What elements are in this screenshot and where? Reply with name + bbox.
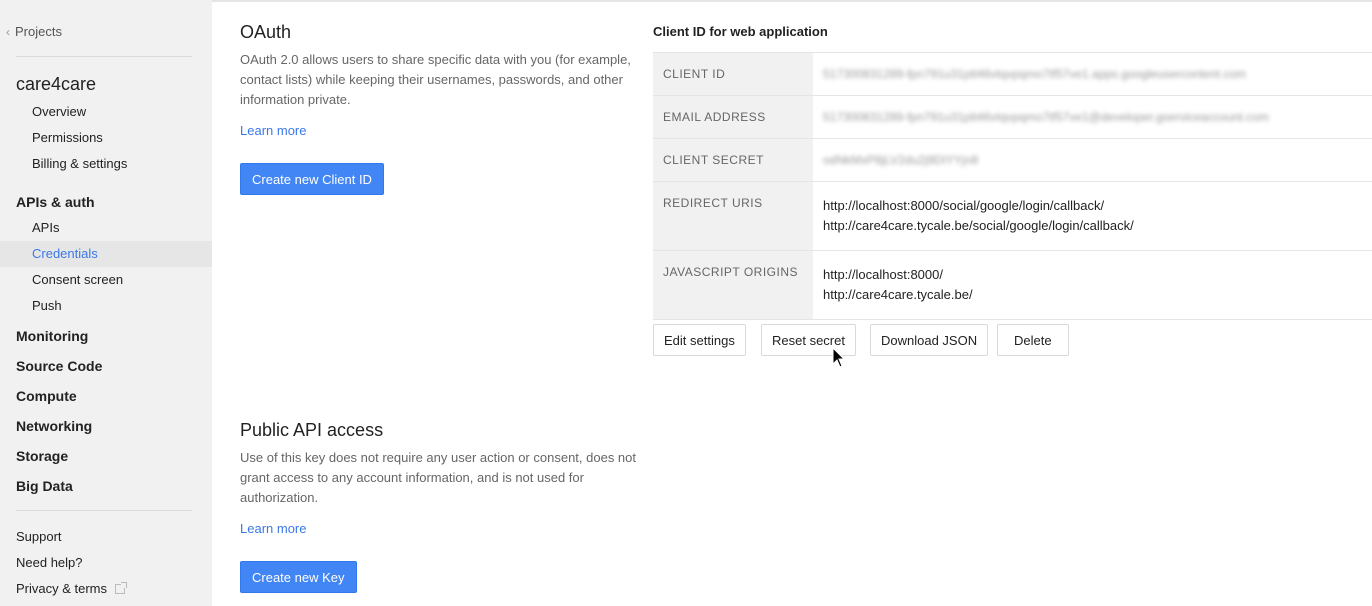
edit-settings-button[interactable]: Edit settings [653,324,746,356]
sidebar-divider [16,56,192,57]
privacy-terms-link[interactable]: Privacy & terms [16,581,128,596]
sidebar-item-consent-screen[interactable]: Consent screen [32,272,123,287]
client-secret-value: odNkMxP8jLV2du2j9DIYYjn8 [823,153,979,167]
row-value: 517300831289-fpn791u31ptt46vtqvpqmo7tf57… [813,96,1372,138]
row-key: CLIENT ID [653,53,813,95]
back-label: Projects [15,24,62,39]
privacy-terms-label: Privacy & terms [16,581,108,596]
sidebar-item-apis[interactable]: APIs [32,220,59,235]
redirect-uri: http://localhost:8000/social/google/logi… [823,198,1105,213]
sidebar-section-compute[interactable]: Compute [16,388,77,404]
javascript-origin: http://localhost:8000/ [823,267,943,282]
row-value: odNkMxP8jLV2du2j9DIYYjn8 [813,139,1372,181]
sidebar-section-storage[interactable]: Storage [16,448,68,464]
sidebar-section-monitoring[interactable]: Monitoring [16,328,88,344]
sidebar: ‹ Projects care4care Overview Permission… [0,0,212,606]
public-api-title: Public API access [240,420,384,440]
client-panel-title: Client ID for web application [653,24,828,39]
table-row: JAVASCRIPT ORIGINS http://localhost:8000… [653,251,1372,320]
sidebar-divider [16,510,192,511]
external-link-icon [115,581,128,594]
row-value: http://localhost:8000/ http://care4care.… [813,251,1372,319]
create-key-button[interactable]: Create new Key [240,561,357,593]
create-client-id-button[interactable]: Create new Client ID [240,163,384,195]
row-value: 517300831289-fpn791u31ptt46vtqvpqmo7tf57… [813,53,1372,95]
client-id-value: 517300831289-fpn791u31ptt46vtqvpqmo7tf57… [823,67,1246,81]
sidebar-item-credentials[interactable]: Credentials [32,246,98,261]
chevron-left-icon: ‹ [6,24,10,39]
javascript-origin: http://care4care.tycale.be/ [823,287,973,302]
row-key: JAVASCRIPT ORIGINS [653,251,813,319]
support-link[interactable]: Support [16,529,62,544]
public-api-learn-more-link[interactable]: Learn more [240,521,306,536]
mouse-pointer-icon [832,347,846,368]
back-to-projects-link[interactable]: ‹ Projects [6,24,62,39]
public-api-description: Use of this key does not require any use… [240,450,637,505]
need-help-label: Need help? [16,555,83,570]
sidebar-item-permissions[interactable]: Permissions [32,130,103,145]
sidebar-section-source-code[interactable]: Source Code [16,358,102,374]
row-key: REDIRECT URIS [653,182,813,250]
table-row: EMAIL ADDRESS 517300831289-fpn791u31ptt4… [653,96,1372,139]
email-address-value: 517300831289-fpn791u31ptt46vtqvpqmo7tf57… [823,110,1269,124]
row-key: EMAIL ADDRESS [653,96,813,138]
client-details-table: CLIENT ID 517300831289-fpn791u31ptt46vtq… [653,52,1372,320]
project-name[interactable]: care4care [16,74,96,95]
table-row: CLIENT SECRET odNkMxP8jLV2du2j9DIYYjn8 [653,139,1372,182]
delete-button[interactable]: Delete [997,324,1069,356]
sidebar-section-big-data[interactable]: Big Data [16,478,73,494]
need-help-link[interactable]: Need help? [16,555,83,570]
oauth-learn-more-link[interactable]: Learn more [240,123,306,138]
table-row: CLIENT ID 517300831289-fpn791u31ptt46vtq… [653,53,1372,96]
oauth-title: OAuth [240,22,292,42]
sidebar-section-networking[interactable]: Networking [16,418,92,434]
redirect-uri: http://care4care.tycale.be/social/google… [823,218,1134,233]
row-value: http://localhost:8000/social/google/logi… [813,182,1372,250]
sidebar-item-billing[interactable]: Billing & settings [32,156,127,171]
table-row: REDIRECT URIS http://localhost:8000/soci… [653,182,1372,251]
sidebar-item-overview[interactable]: Overview [32,104,86,119]
support-label: Support [16,529,62,544]
sidebar-section-apis-auth[interactable]: APIs & auth [16,194,95,210]
download-json-button[interactable]: Download JSON [870,324,989,356]
sidebar-item-push[interactable]: Push [32,298,62,313]
row-key: CLIENT SECRET [653,139,813,181]
oauth-description: OAuth 2.0 allows users to share specific… [240,52,631,107]
